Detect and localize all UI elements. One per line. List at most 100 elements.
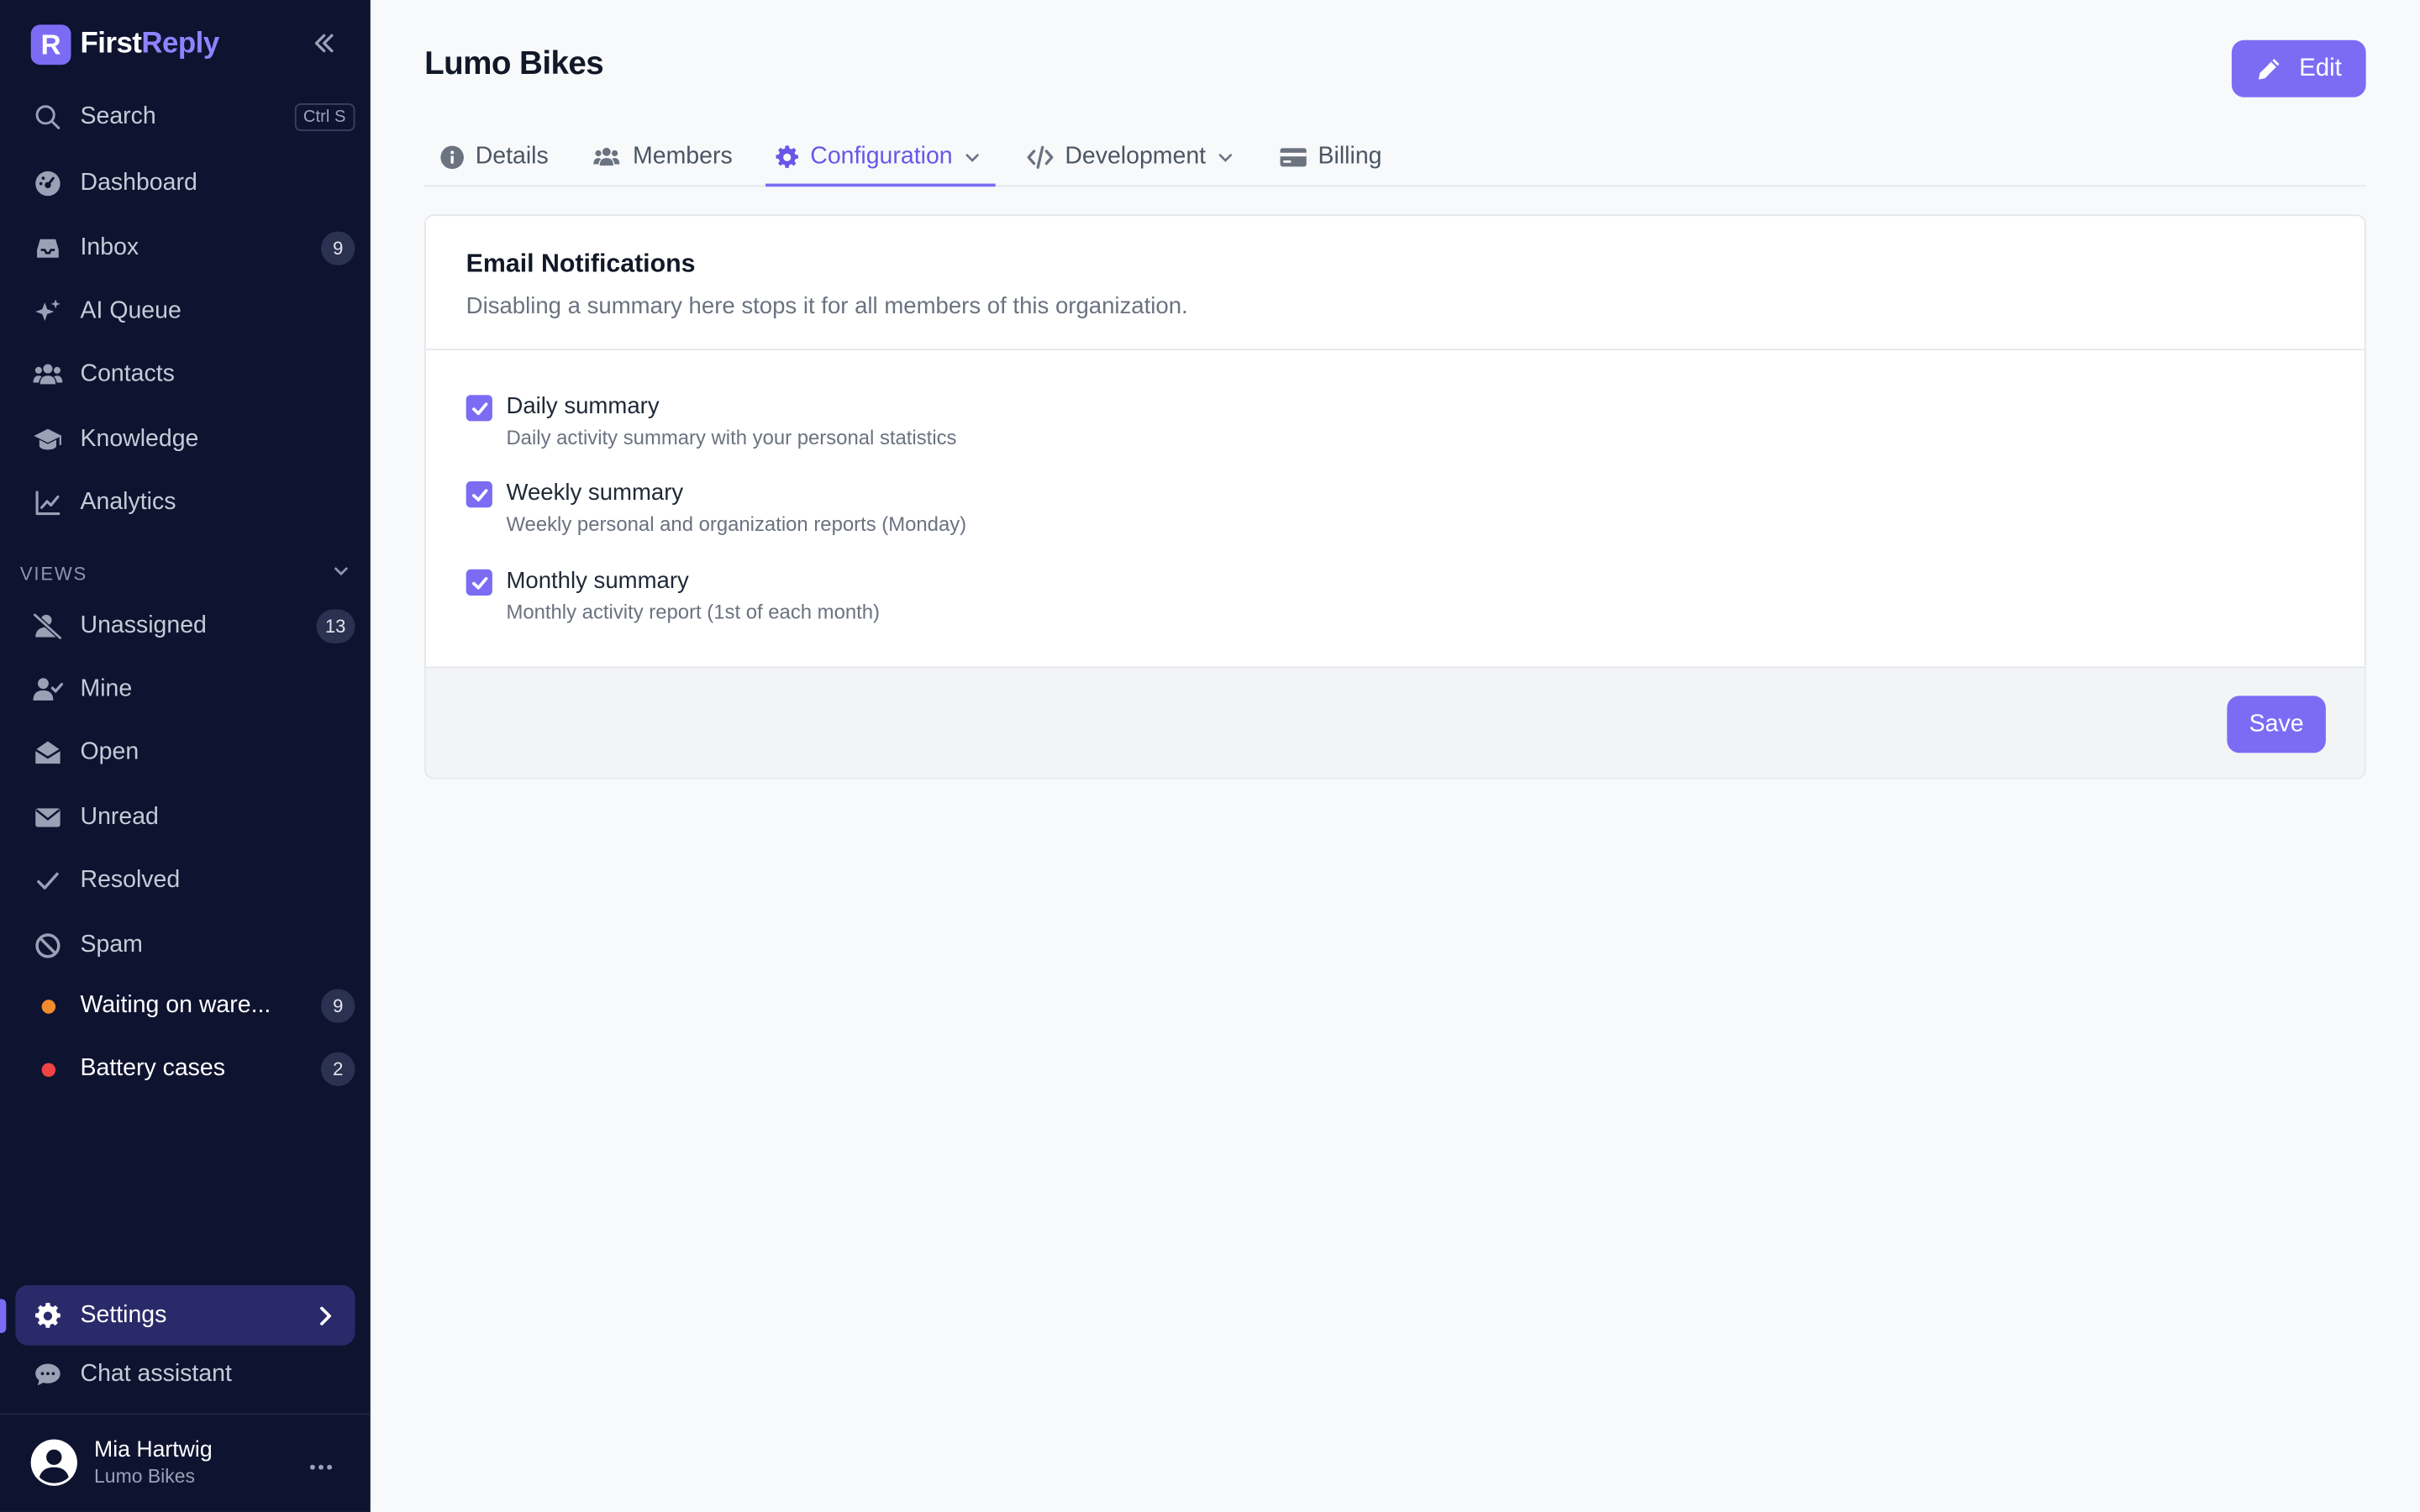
sidebar-item-spam[interactable]: Spam — [15, 918, 355, 974]
user-org: Lumo Bikes — [94, 1465, 195, 1488]
weekly-summary-checkbox[interactable] — [466, 481, 492, 508]
option-title: Monthly summary — [506, 567, 689, 595]
settings-tabs: Details Members Configuration Developmen… — [424, 127, 2366, 187]
tab-members[interactable]: Members — [591, 127, 733, 187]
battery-count-badge: 2 — [321, 1052, 355, 1087]
gear-icon — [775, 144, 799, 169]
chat-bubble-icon — [31, 1357, 65, 1391]
sidebar-item-label: Mine — [80, 675, 133, 702]
more-options-icon[interactable] — [308, 1447, 333, 1480]
sidebar-item-label: Inbox — [80, 234, 139, 261]
sidebar-item-chat-assistant[interactable]: Chat assistant — [15, 1347, 355, 1402]
search-label: Search — [80, 103, 156, 130]
daily-summary-option[interactable]: Daily summary Daily activity summary wit… — [466, 393, 956, 449]
card-title: Email Notifications — [466, 249, 696, 278]
info-circle-icon — [439, 144, 464, 169]
monthly-summary-option[interactable]: Monthly summary Monthly activity report … — [466, 568, 880, 623]
inbox-icon — [31, 232, 65, 265]
collapse-sidebar-icon[interactable] — [308, 28, 339, 59]
sidebar-item-unassigned[interactable]: Unassigned 13 — [15, 599, 355, 654]
card-subtitle: Disabling a summary here stops it for al… — [466, 292, 1188, 320]
tab-label: Billing — [1318, 142, 1382, 170]
sparkles-icon — [31, 295, 65, 328]
sidebar-item-open[interactable]: Open — [15, 725, 355, 780]
sidebar-item-label: Battery cases — [80, 1055, 225, 1082]
gear-icon — [31, 1299, 65, 1332]
page-title: Lumo Bikes — [424, 46, 604, 82]
sidebar-item-label: Settings — [80, 1301, 167, 1328]
search-button[interactable]: Search Ctrl S — [15, 90, 355, 145]
sidebar-item-label: Dashboard — [80, 170, 197, 197]
sidebar-item-dashboard[interactable]: Dashboard — [15, 156, 355, 212]
dot-icon — [31, 989, 65, 1022]
users-icon — [591, 144, 622, 169]
option-description: Monthly activity report (1st of each mon… — [506, 600, 881, 624]
envelope-icon — [31, 801, 65, 834]
option-description: Weekly personal and organization reports… — [506, 512, 967, 536]
tab-label: Details — [475, 142, 549, 170]
tab-label: Development — [1065, 142, 1207, 170]
sidebar-item-battery-cases[interactable]: Battery cases 2 — [15, 1042, 355, 1097]
sidebar-item-label: Resolved — [80, 867, 181, 894]
users-icon — [31, 358, 65, 391]
sidebar-item-waiting-on-warehouse[interactable]: Waiting on ware... 9 — [15, 978, 355, 1033]
sidebar-item-inbox[interactable]: Inbox 9 — [15, 221, 355, 276]
monthly-summary-checkbox[interactable] — [466, 569, 492, 596]
edit-button[interactable]: Edit — [2231, 39, 2366, 97]
ban-icon — [31, 929, 65, 963]
card-footer: Save — [425, 666, 2365, 778]
graduation-cap-icon — [31, 423, 65, 456]
sidebar-item-unread[interactable]: Unread — [15, 790, 355, 845]
sidebar-item-label: Waiting on ware... — [80, 991, 271, 1019]
tab-billing[interactable]: Billing — [1280, 127, 1382, 187]
sidebar-item-label: Unread — [80, 803, 159, 831]
sidebar-item-label: Chat assistant — [80, 1360, 232, 1388]
edit-button-label: Edit — [2299, 55, 2342, 81]
option-title: Weekly summary — [506, 480, 684, 507]
sidebar-item-resolved[interactable]: Resolved — [15, 853, 355, 909]
waiting-count-badge: 9 — [321, 989, 355, 1023]
tab-label: Configuration — [810, 142, 953, 170]
sidebar-item-label: Knowledge — [80, 425, 199, 453]
chevron-down-icon — [963, 147, 981, 165]
chevron-right-icon — [315, 1305, 337, 1326]
sidebar-item-label: Open — [80, 738, 139, 766]
save-button[interactable]: Save — [2227, 696, 2326, 753]
brand-logo[interactable]: R FirstReply — [30, 24, 219, 66]
gauge-icon — [31, 166, 65, 200]
weekly-summary-option[interactable]: Weekly summary Weekly personal and organ… — [466, 480, 966, 535]
tab-details[interactable]: Details — [439, 127, 549, 187]
sidebar: R FirstReply Search Ctrl S Dashboard Inb… — [0, 0, 371, 1512]
tab-configuration[interactable]: Configuration — [775, 127, 981, 187]
sidebar-item-label: Contacts — [80, 360, 175, 388]
sidebar-item-label: Spam — [80, 932, 143, 958]
tab-development[interactable]: Development — [1026, 127, 1235, 187]
brand-mark: R — [30, 24, 71, 66]
sidebar-item-settings[interactable]: Settings — [15, 1284, 355, 1346]
search-shortcut: Ctrl S — [293, 103, 355, 132]
check-icon — [31, 864, 65, 898]
inbox-count-badge: 9 — [321, 231, 355, 265]
chevron-down-icon — [332, 562, 350, 585]
card-header: Email Notifications Disabling a summary … — [425, 216, 2365, 350]
active-indicator — [0, 1299, 7, 1333]
dot-icon — [31, 1053, 65, 1086]
user-profile[interactable]: Mia Hartwig Lumo Bikes — [30, 1437, 213, 1488]
user-name: Mia Hartwig — [94, 1437, 213, 1463]
active-tab-underline — [765, 183, 996, 187]
views-header-label: VIEWS — [19, 562, 88, 585]
avatar — [30, 1439, 77, 1486]
chart-line-icon — [31, 486, 65, 520]
sidebar-item-contacts[interactable]: Contacts — [15, 347, 355, 402]
daily-summary-checkbox[interactable] — [466, 395, 492, 422]
sidebar-item-mine[interactable]: Mine — [15, 662, 355, 717]
views-section-header[interactable]: VIEWS — [20, 562, 350, 585]
tab-label: Members — [633, 142, 733, 170]
sidebar-item-ai-queue[interactable]: AI Queue — [15, 284, 355, 339]
sidebar-item-label: AI Queue — [80, 297, 182, 324]
sidebar-item-analytics[interactable]: Analytics — [15, 475, 355, 531]
sidebar-item-knowledge[interactable]: Knowledge — [15, 412, 355, 467]
divider — [0, 1413, 371, 1415]
sidebar-item-label: Analytics — [80, 489, 176, 516]
search-icon — [31, 100, 65, 134]
